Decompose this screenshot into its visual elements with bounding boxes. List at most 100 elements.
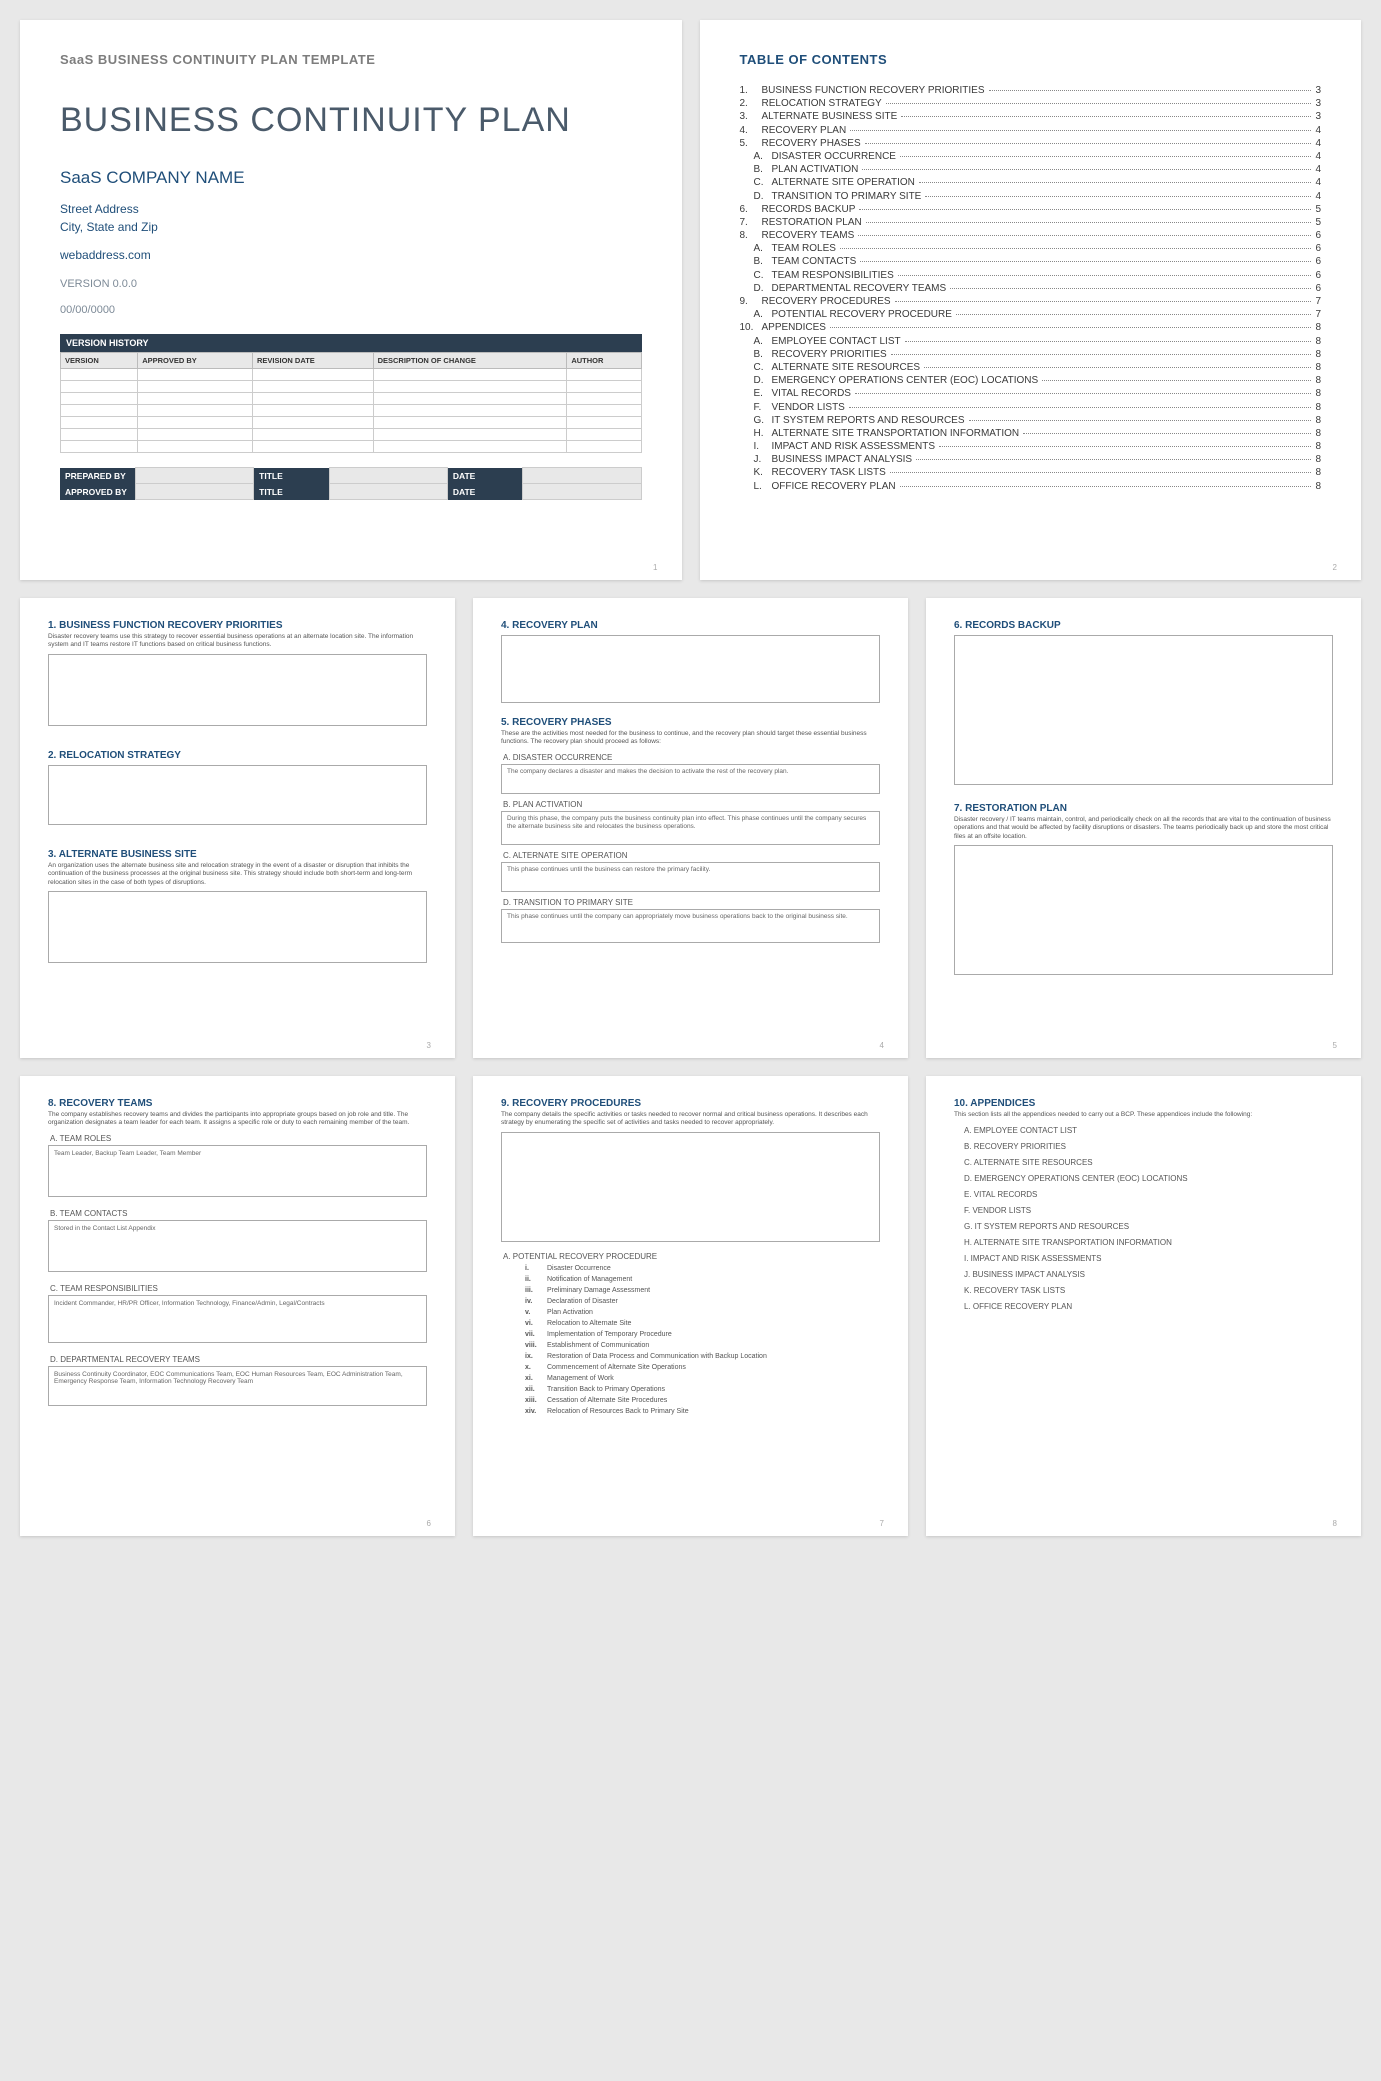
section-2-box (48, 765, 427, 825)
toc-entry: 2.RELOCATION STRATEGY3 (740, 98, 1322, 109)
appendix-item: L. OFFICE RECOVERY PLAN (964, 1302, 1333, 1311)
toc-entry: E.VITAL RECORDS8 (750, 388, 1322, 399)
web-address: webaddress.com (60, 246, 642, 264)
section-3-box (48, 891, 427, 963)
toc-entry: A.TEAM ROLES6 (750, 243, 1322, 254)
document-title: BUSINESS CONTINUITY PLAN (60, 101, 642, 140)
appendix-item: G. IT SYSTEM REPORTS AND RESOURCES (964, 1222, 1333, 1231)
toc-entry: C.ALTERNATE SITE OPERATION4 (750, 177, 1322, 188)
toc-entry: 8.RECOVERY TEAMS6 (740, 230, 1322, 241)
procedure-step: vii.Implementation of Temporary Procedur… (525, 1331, 880, 1338)
phase-d-title: D. TRANSITION TO PRIMARY SITE (503, 898, 880, 907)
section-10-desc: This section lists all the appendices ne… (954, 1111, 1333, 1119)
row-3: 8. RECOVERY TEAMS The company establishe… (20, 1076, 1361, 1536)
section-4-title: 4. RECOVERY PLAN (501, 620, 880, 631)
vh-col: VERSION (61, 353, 138, 369)
page-2-toc: TABLE OF CONTENTS 1.BUSINESS FUNCTION RE… (700, 20, 1362, 580)
page-6: 8. RECOVERY TEAMS The company establishe… (20, 1076, 455, 1536)
team-responsibilities-title: C. TEAM RESPONSIBILITIES (50, 1284, 427, 1293)
departmental-teams-box: Business Continuity Coordinator, EOC Com… (48, 1366, 427, 1406)
section-7-desc: Disaster recovery / IT teams maintain, c… (954, 816, 1333, 841)
section-3-desc: An organization uses the alternate busin… (48, 862, 427, 887)
procedure-step: i.Disaster Occurrence (525, 1265, 880, 1272)
procedure-step: xii.Transition Back to Primary Operation… (525, 1386, 880, 1393)
page-number: 4 (880, 1041, 884, 1050)
section-9-title: 9. RECOVERY PROCEDURES (501, 1098, 880, 1109)
team-contacts-title: B. TEAM CONTACTS (50, 1209, 427, 1218)
phase-c-title: C. ALTERNATE SITE OPERATION (503, 851, 880, 860)
toc-entry: L.OFFICE RECOVERY PLAN8 (750, 481, 1322, 492)
toc-entry: 6.RECORDS BACKUP5 (740, 204, 1322, 215)
toc-entry: F.VENDOR LISTS8 (750, 402, 1322, 413)
page-number: 6 (427, 1519, 431, 1528)
procedure-step: xiv.Relocation of Resources Back to Prim… (525, 1408, 880, 1415)
phase-b-box: During this phase, the company puts the … (501, 811, 880, 845)
version-label: VERSION 0.0.0 (60, 278, 642, 290)
section-8-desc: The company establishes recovery teams a… (48, 1111, 427, 1128)
toc-entry: 7.RESTORATION PLAN5 (740, 217, 1322, 228)
section-9-desc: The company details the specific activit… (501, 1111, 880, 1128)
appendix-item: D. EMERGENCY OPERATIONS CENTER (EOC) LOC… (964, 1174, 1333, 1183)
procedure-steps: i.Disaster Occurrence ii.Notification of … (525, 1265, 880, 1415)
toc-entry: G.IT SYSTEM REPORTS AND RESOURCES8 (750, 415, 1322, 426)
vh-col: AUTHOR (567, 353, 641, 369)
section-8-title: 8. RECOVERY TEAMS (48, 1098, 427, 1109)
section-3-title: 3. ALTERNATE BUSINESS SITE (48, 849, 427, 860)
toc-entry: 5.RECOVERY PHASES4 (740, 138, 1322, 149)
toc-entry: D.DEPARTMENTAL RECOVERY TEAMS6 (750, 283, 1322, 294)
section-7-title: 7. RESTORATION PLAN (954, 803, 1333, 814)
template-header: SaaS BUSINESS CONTINUITY PLAN TEMPLATE (60, 52, 642, 67)
potential-procedure-title: A. POTENTIAL RECOVERY PROCEDURE (503, 1252, 880, 1261)
phase-b-title: B. PLAN ACTIVATION (503, 800, 880, 809)
date-label: 00/00/0000 (60, 304, 642, 316)
appendix-item: K. RECOVERY TASK LISTS (964, 1286, 1333, 1295)
page-5: 6. RECORDS BACKUP 7. RESTORATION PLAN Di… (926, 598, 1361, 1058)
prepared-by-label: PREPARED BY (60, 468, 136, 484)
toc-entry: J.BUSINESS IMPACT ANALYSIS8 (750, 454, 1322, 465)
toc-entry: D.EMERGENCY OPERATIONS CENTER (EOC) LOCA… (750, 375, 1322, 386)
title-label: TITLE (254, 468, 330, 484)
toc-list: 1.BUSINESS FUNCTION RECOVERY PRIORITIES3… (740, 85, 1322, 492)
toc-entry: D.TRANSITION TO PRIMARY SITE4 (750, 191, 1322, 202)
page-4: 4. RECOVERY PLAN 5. RECOVERY PHASES Thes… (473, 598, 908, 1058)
toc-entry: C.TEAM RESPONSIBILITIES6 (750, 270, 1322, 281)
appendix-item: I. IMPACT AND RISK ASSESSMENTS (964, 1254, 1333, 1263)
date-label-sig: DATE (447, 468, 523, 484)
section-1-box (48, 654, 427, 726)
section-9-box (501, 1132, 880, 1242)
row-2: 1. BUSINESS FUNCTION RECOVERY PRIORITIES… (20, 598, 1361, 1058)
departmental-teams-title: D. DEPARTMENTAL RECOVERY TEAMS (50, 1355, 427, 1364)
toc-entry: I.IMPACT AND RISK ASSESSMENTS8 (750, 441, 1322, 452)
appendix-item: H. ALTERNATE SITE TRANSPORTATION INFORMA… (964, 1238, 1333, 1247)
toc-entry: K.RECOVERY TASK LISTS8 (750, 467, 1322, 478)
procedure-step: x.Commencement of Alternate Site Operati… (525, 1364, 880, 1371)
city-state-zip: City, State and Zip (60, 218, 642, 236)
page-3: 1. BUSINESS FUNCTION RECOVERY PRIORITIES… (20, 598, 455, 1058)
procedure-step: vi.Relocation to Alternate Site (525, 1320, 880, 1327)
toc-entry: B.TEAM CONTACTS6 (750, 256, 1322, 267)
section-4-box (501, 635, 880, 703)
page-7: 9. RECOVERY PROCEDURES The company detai… (473, 1076, 908, 1536)
page-number: 7 (880, 1519, 884, 1528)
procedure-step: iv.Declaration of Disaster (525, 1298, 880, 1305)
appendix-item: F. VENDOR LISTS (964, 1206, 1333, 1215)
page-1-cover: SaaS BUSINESS CONTINUITY PLAN TEMPLATE B… (20, 20, 682, 580)
procedure-step: ii.Notification of Management (525, 1276, 880, 1283)
page-number: 1 (653, 563, 657, 572)
vh-col: DESCRIPTION OF CHANGE (373, 353, 567, 369)
appendix-list: A. EMPLOYEE CONTACT LISTB. RECOVERY PRIO… (964, 1126, 1333, 1311)
toc-entry: 1.BUSINESS FUNCTION RECOVERY PRIORITIES3 (740, 85, 1322, 96)
approved-by-label: APPROVED BY (60, 484, 136, 500)
procedure-step: iii.Preliminary Damage Assessment (525, 1287, 880, 1294)
toc-entry: 10.APPENDICES8 (740, 322, 1322, 333)
page-number: 2 (1333, 563, 1337, 572)
page-number: 3 (427, 1041, 431, 1050)
procedure-step: ix.Restoration of Data Process and Commu… (525, 1353, 880, 1360)
procedure-step: v.Plan Activation (525, 1309, 880, 1316)
toc-title: TABLE OF CONTENTS (740, 52, 1322, 67)
toc-entry: B.RECOVERY PRIORITIES8 (750, 349, 1322, 360)
toc-entry: 3.ALTERNATE BUSINESS SITE3 (740, 111, 1322, 122)
toc-entry: 9.RECOVERY PROCEDURES7 (740, 296, 1322, 307)
version-history-header: VERSION HISTORY (60, 334, 642, 352)
section-5-desc: These are the activities most needed for… (501, 730, 880, 747)
